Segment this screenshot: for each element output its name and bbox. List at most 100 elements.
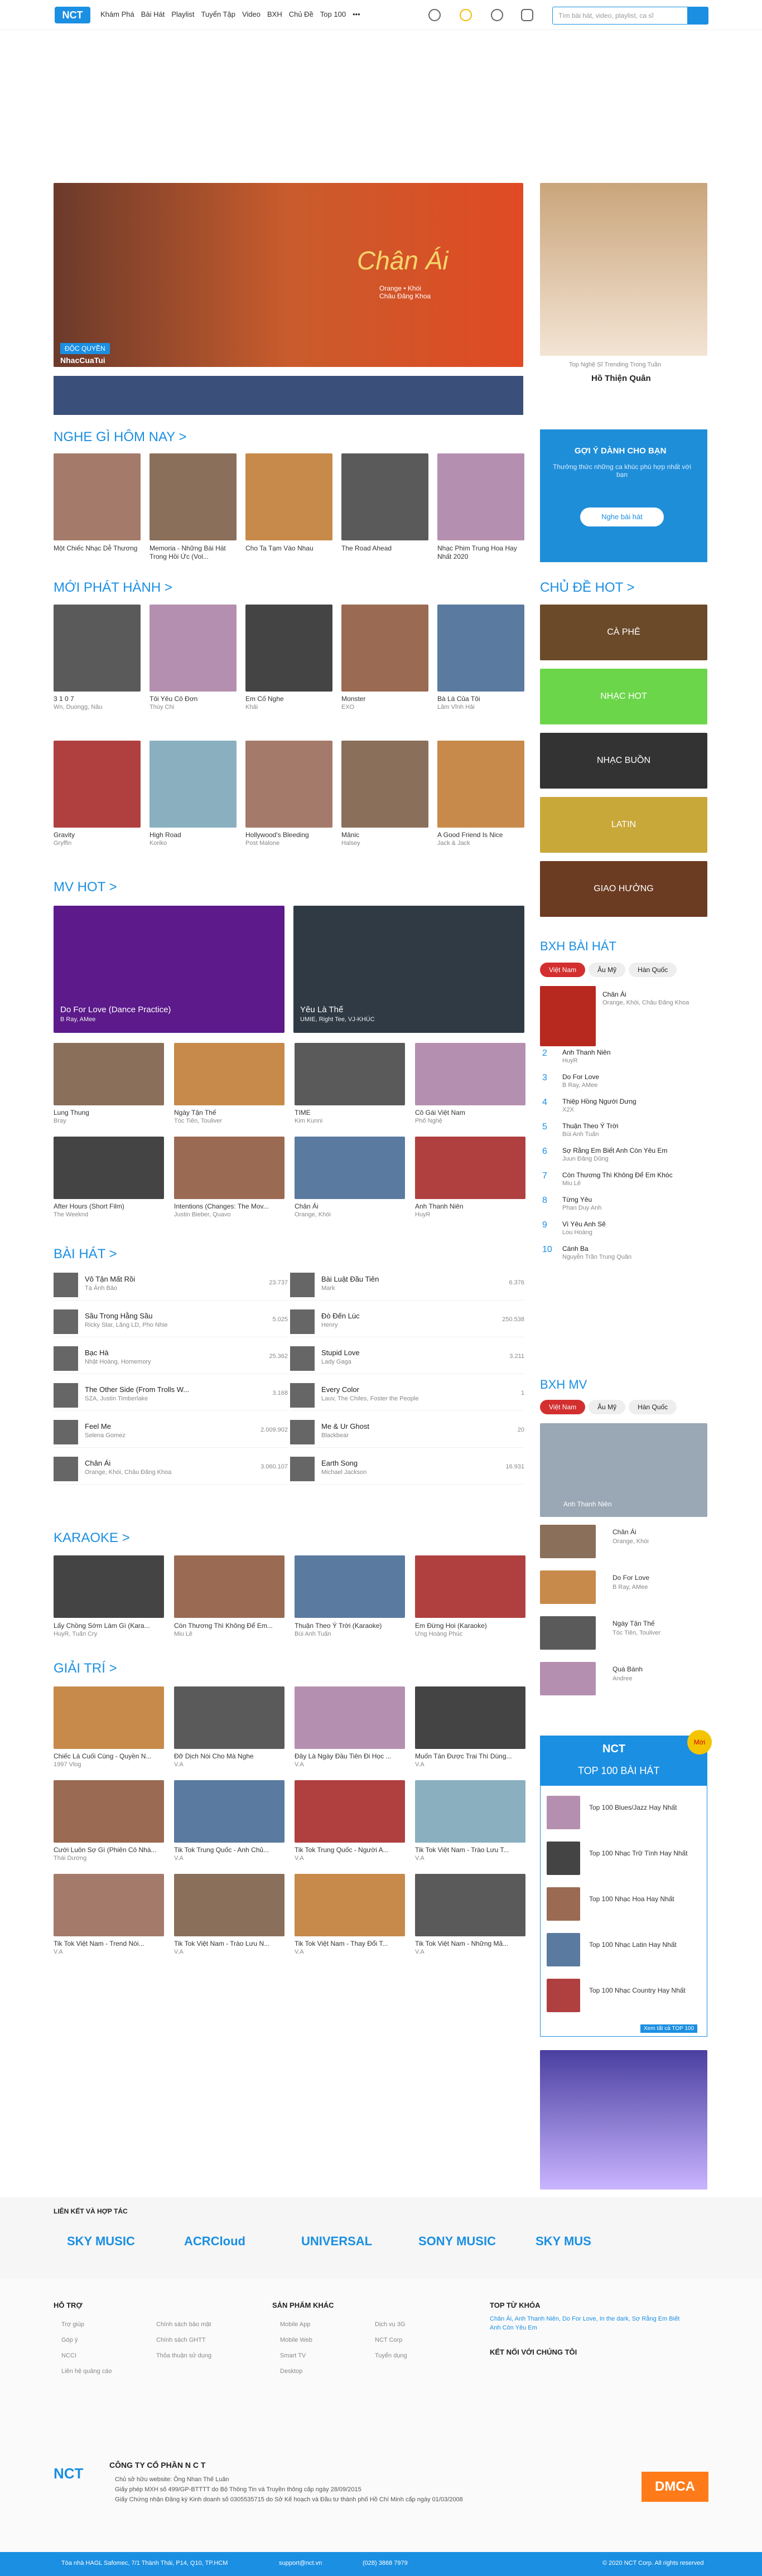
search-button[interactable]: [687, 7, 708, 25]
top100-cover[interactable]: [547, 1887, 580, 1921]
section-new[interactable]: MỚI PHÁT HÀNH >: [54, 580, 172, 596]
footer-link[interactable]: Trợ giúp: [61, 2321, 84, 2328]
bxh-row[interactable]: 9 Vì Yêu Anh Sẽ Lou Hoàng: [540, 1220, 707, 1243]
new-album-title[interactable]: High Road: [149, 831, 181, 839]
karaoke-thumb[interactable]: [54, 1555, 164, 1618]
mv-artist[interactable]: HuyR: [415, 1211, 431, 1218]
topic-card[interactable]: GIAO HƯỞNG: [540, 861, 707, 917]
nav-top100[interactable]: Top 100: [320, 10, 346, 18]
song-title[interactable]: Vô Tận Mất Rồi: [85, 1275, 135, 1283]
bxhmv-title[interactable]: Chân Ái: [613, 1528, 636, 1536]
new-album-cover[interactable]: [245, 741, 332, 828]
top100-cover[interactable]: [547, 1933, 580, 1966]
ent-thumb[interactable]: [174, 1874, 284, 1936]
album-cover[interactable]: [437, 453, 524, 540]
new-album-artist[interactable]: Wn, Duongg, Nâu: [54, 704, 102, 711]
mv-artist[interactable]: Bray: [54, 1118, 66, 1124]
mv-thumb[interactable]: [415, 1137, 525, 1199]
song-row[interactable]: Feel Me Selena Gomez 2.009.902: [54, 1417, 288, 1448]
song-artist[interactable]: SZA, Justin Timberlake: [85, 1395, 148, 1402]
song-title[interactable]: Earth Song: [321, 1459, 358, 1467]
new-album-title[interactable]: A Good Friend Is Nice: [437, 831, 503, 839]
ad-banner[interactable]: [540, 2050, 707, 2190]
bxhmv-tab-us[interactable]: Âu Mỹ: [589, 1400, 626, 1414]
bxh-song-title[interactable]: Do For Love: [562, 1073, 599, 1081]
trending-artist-photo[interactable]: [540, 183, 707, 356]
ent-title[interactable]: Cưới Luôn Sợ Gì (Phiên Cô Nhà...: [54, 1846, 157, 1854]
hero-banner[interactable]: [54, 183, 523, 367]
top100-item[interactable]: Top 100 Nhạc Hoa Hay Nhất: [589, 1895, 695, 1903]
footer-link[interactable]: Mobile Web: [280, 2337, 312, 2343]
ent-thumb[interactable]: [295, 1780, 405, 1843]
bxh-song-title[interactable]: Từng Yêu: [562, 1196, 592, 1204]
song-artist[interactable]: Mark: [321, 1285, 335, 1292]
new-album-title[interactable]: Em Cố Nghe: [245, 695, 284, 703]
song-title[interactable]: Me & Ur Ghost: [321, 1422, 369, 1430]
song-title[interactable]: Every Color: [321, 1385, 359, 1394]
ent-thumb[interactable]: [174, 1780, 284, 1843]
karaoke-thumb[interactable]: [295, 1555, 405, 1618]
suggest-play-button[interactable]: Nghe bài hát: [580, 508, 664, 526]
ent-thumb[interactable]: [415, 1780, 525, 1843]
ent-title[interactable]: Tik Tok Việt Nam - Trend Nói...: [54, 1940, 144, 1948]
bxhmv-artist[interactable]: Tóc Tiên, Touliver: [613, 1630, 660, 1636]
new-album-title[interactable]: Mânic: [341, 831, 359, 839]
song-row[interactable]: The Other Side (From Trolls W... SZA, Jus…: [54, 1380, 288, 1411]
ent-artist[interactable]: V.A: [295, 1761, 304, 1768]
new-album-cover[interactable]: [149, 741, 237, 828]
mv-title[interactable]: Anh Thanh Niên: [415, 1202, 464, 1211]
ent-title[interactable]: Tik Tok Việt Nam - Thay Đổi T...: [295, 1940, 388, 1948]
bxh-row[interactable]: 4 Thiệp Hồng Người Dưng X2X: [540, 1098, 707, 1120]
karaoke-thumb[interactable]: [415, 1555, 525, 1618]
new-album-cover[interactable]: [149, 605, 237, 692]
new-album-artist[interactable]: Jack & Jack: [437, 840, 470, 847]
song-artist[interactable]: Blackbear: [321, 1432, 349, 1439]
karaoke-title[interactable]: Em Đừng Hoi (Karaoke): [415, 1622, 487, 1630]
mv-title[interactable]: Cô Gái Việt Nam: [415, 1109, 465, 1117]
ent-thumb[interactable]: [415, 1686, 525, 1749]
mv-title[interactable]: TIME: [295, 1109, 311, 1117]
new-album-title[interactable]: Bà Lá Của Tôi: [437, 695, 480, 703]
mv-title[interactable]: Lung Thung: [54, 1109, 89, 1117]
ent-artist[interactable]: V.A: [415, 1949, 425, 1955]
song-artist[interactable]: Ricky Star, Lăng LD, Pho Nhie: [85, 1322, 168, 1328]
ent-artist[interactable]: 1997 Vlog: [54, 1761, 81, 1768]
ent-title[interactable]: Tik Tok Việt Nam - Trào Lưu T...: [415, 1846, 509, 1854]
ent-artist[interactable]: V.A: [174, 1855, 184, 1862]
section-mv[interactable]: MV HOT >: [54, 879, 117, 895]
song-row[interactable]: Every Color Lauv, The Chiles, Foster the …: [290, 1380, 524, 1411]
mv-artist[interactable]: The Weeknd: [54, 1211, 88, 1218]
bxh-song-title[interactable]: Cánh Ba: [562, 1245, 589, 1253]
bxh-tab-kr[interactable]: Hàn Quốc: [629, 963, 677, 977]
footer-link[interactable]: Smart TV: [280, 2352, 306, 2359]
ent-title[interactable]: Đỡ Dịch Nói Cho Mà Nghe: [174, 1752, 254, 1761]
ent-artist[interactable]: Thái Dương: [54, 1855, 86, 1862]
album-title[interactable]: Memoria - Những Bài Hát Trong Hồi Ức (Vo…: [149, 544, 237, 561]
bxh-song-artist[interactable]: Phan Duy Anh: [562, 1205, 601, 1211]
upload-icon[interactable]: [521, 9, 533, 21]
mv-thumb[interactable]: [174, 1043, 284, 1105]
bxhmv-thumb[interactable]: [540, 1662, 596, 1695]
album-cover[interactable]: [245, 453, 332, 540]
mv-thumb[interactable]: [415, 1043, 525, 1105]
new-album-cover[interactable]: [437, 605, 524, 692]
song-thumb[interactable]: [54, 1273, 78, 1297]
mv-artist[interactable]: Justin Bieber, Quavo: [174, 1211, 231, 1218]
song-artist[interactable]: Orange, Khói, Châu Đăng Khoa: [85, 1469, 171, 1476]
partner-logo[interactable]: SKY MUSIC: [67, 2234, 135, 2249]
nav-collections[interactable]: Tuyển Tập: [201, 10, 235, 18]
new-album-artist[interactable]: Post Malone: [245, 840, 279, 847]
song-title[interactable]: The Other Side (From Trolls W...: [85, 1385, 189, 1394]
bxh-row[interactable]: Chân Ái Orange, Khói, Châu Đăng Khoa: [602, 990, 707, 1013]
bxh-row[interactable]: 8 Từng Yêu Phan Duy Anh: [540, 1196, 707, 1218]
new-album-cover[interactable]: [245, 605, 332, 692]
footer-link[interactable]: NCCI: [61, 2352, 76, 2359]
ent-thumb[interactable]: [54, 1780, 164, 1843]
song-thumb[interactable]: [54, 1309, 78, 1334]
song-row[interactable]: Bài Luật Đầu Tiên Mark 6.376: [290, 1269, 524, 1301]
bxh-song-artist[interactable]: B Ray, AMee: [562, 1082, 597, 1089]
album-title[interactable]: Nhạc Phim Trung Hoa Hay Nhất 2020: [437, 544, 524, 561]
topic-card[interactable]: LATIN: [540, 797, 707, 853]
footer-email[interactable]: support@nct.vn: [279, 2560, 322, 2567]
album-cover[interactable]: [54, 453, 141, 540]
